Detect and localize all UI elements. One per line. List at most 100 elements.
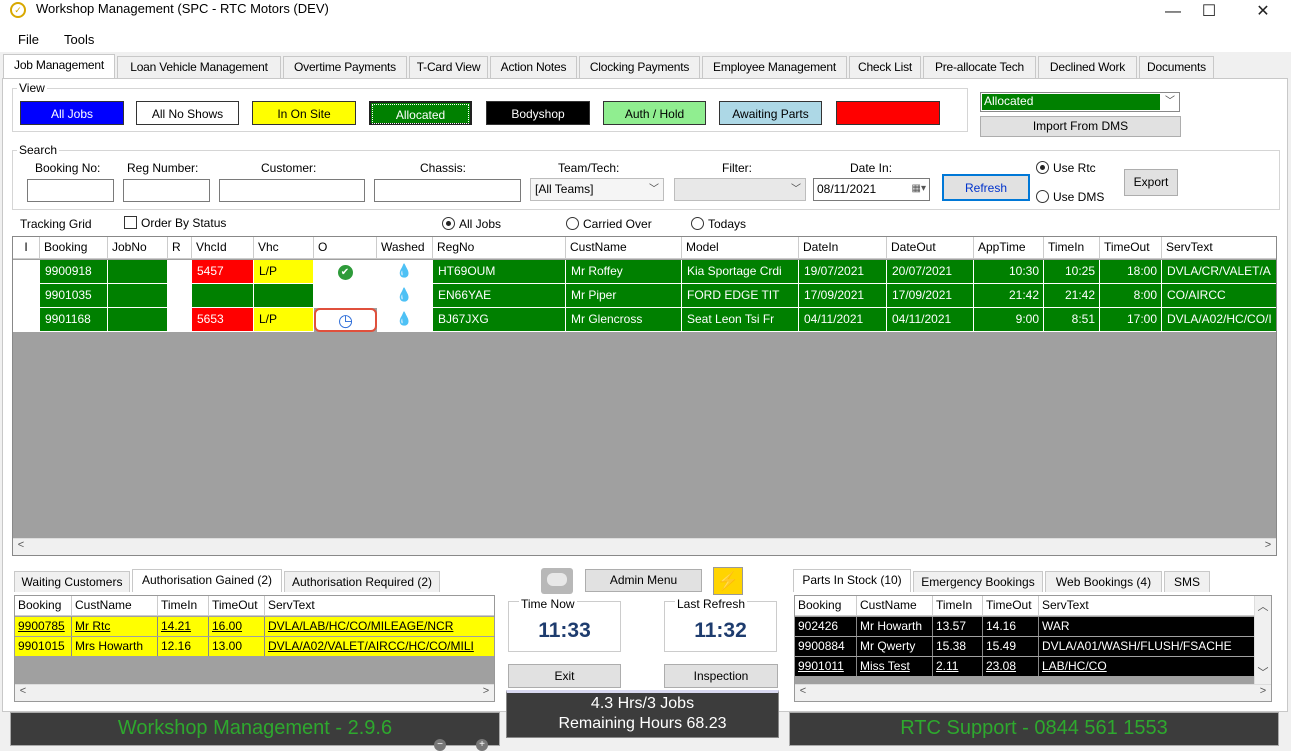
tab-action-notes[interactable]: Action Notes	[490, 56, 577, 78]
cell-regno[interactable]: EN66YAE	[433, 284, 566, 308]
cell-r[interactable]	[168, 308, 192, 332]
tab-emergency-bookings[interactable]: Emergency Bookings	[913, 571, 1043, 592]
customer-input[interactable]	[219, 179, 365, 202]
cell-o[interactable]: ◷	[314, 308, 377, 332]
tab-parts-in-stock[interactable]: Parts In Stock (10)	[793, 569, 911, 592]
todays-radio[interactable]: Todays	[691, 217, 746, 231]
cell-dateout[interactable]: 20/07/2021	[887, 260, 974, 284]
cell-washed[interactable]: 💧	[377, 260, 433, 284]
column-header-vhcid[interactable]: VhcId	[192, 237, 254, 259]
cell-timeout[interactable]: 18:00	[1100, 260, 1162, 284]
cell-regno[interactable]: BJ67JXG	[433, 308, 566, 332]
column-header-datein[interactable]: DateIn	[799, 237, 887, 259]
cell-booking[interactable]: 9900884	[795, 637, 857, 656]
cell-servtext[interactable]: DVLA/A02/HC/CO/I	[1162, 308, 1276, 332]
chassis-input[interactable]	[374, 179, 521, 202]
cell-servtext[interactable]: DVLA/LAB/HC/CO/MILEAGE/NCR	[265, 617, 494, 636]
cell-o[interactable]	[314, 284, 377, 308]
column-header-timeout[interactable]: TimeOut	[983, 596, 1039, 616]
column-header-apptime[interactable]: AppTime	[974, 237, 1044, 259]
column-header-timeout[interactable]: TimeOut	[1100, 237, 1162, 259]
cell-apptime[interactable]: 9:00	[974, 308, 1044, 332]
column-header-timein[interactable]: TimeIn	[158, 596, 209, 616]
cell-timein[interactable]: 8:51	[1044, 308, 1100, 332]
cell-washed[interactable]: 💧	[377, 284, 433, 308]
cell-r[interactable]	[168, 260, 192, 284]
column-header-o[interactable]: O	[314, 237, 377, 259]
cell-booking[interactable]: 902426	[795, 617, 857, 636]
cell-booking[interactable]: 9901035	[40, 284, 108, 308]
column-header-r[interactable]: R	[168, 237, 192, 259]
scroll-down-icon[interactable]: ﹀	[1255, 664, 1271, 680]
horizontal-scrollbar[interactable]: < >	[13, 538, 1276, 555]
cell-jobno[interactable]	[108, 260, 168, 284]
column-header-booking[interactable]: Booking	[40, 237, 108, 259]
column-header-washed[interactable]: Washed	[377, 237, 433, 259]
cell-apptime[interactable]: 10:30	[974, 260, 1044, 284]
cell-timeout[interactable]: 23.08	[983, 657, 1039, 676]
cell-servtext[interactable]: DVLA/A01/WASH/FLUSH/FSACHE	[1039, 637, 1255, 656]
cell-datein[interactable]: 17/09/2021	[799, 284, 887, 308]
column-header-custname[interactable]: CustName	[566, 237, 682, 259]
scroll-left-icon[interactable]: <	[795, 685, 811, 697]
authorisation-grid[interactable]: Booking CustName TimeIn TimeOut ServText 9900…	[14, 595, 495, 702]
tracking-grid[interactable]: I Booking JobNo R VhcId Vhc O Washed RegNo CustNa…	[12, 236, 1277, 556]
tab-loan-vehicle-management[interactable]: Loan Vehicle Management	[117, 56, 281, 78]
cell-vhcid[interactable]: 5653	[192, 308, 254, 332]
cell-model[interactable]: Seat Leon Tsi Fr	[682, 308, 799, 332]
cell-custname[interactable]: Mr Glencross	[566, 308, 682, 332]
cell-timeout[interactable]: 8:00	[1100, 284, 1162, 308]
cell-servtext[interactable]: DVLA/A02/VALET/AIRCC/HC/CO/MILI	[265, 637, 494, 656]
tab-clocking-payments[interactable]: Clocking Payments	[579, 56, 700, 78]
date-in-picker[interactable]: 08/11/2021 ▦▾	[813, 178, 930, 201]
column-header-servtext[interactable]: ServText	[1039, 596, 1255, 616]
cell-timeout[interactable]: 17:00	[1100, 308, 1162, 332]
column-header-timeout[interactable]: TimeOut	[209, 596, 265, 616]
column-header-i[interactable]: I	[13, 237, 40, 259]
view-awaiting-parts-button[interactable]: Awaiting Parts	[719, 101, 822, 125]
cell-custname[interactable]: Mr Howarth	[857, 617, 933, 636]
cell-regno[interactable]: HT69OUM	[433, 260, 566, 284]
view-auth-hold-button[interactable]: Auth / Hold	[603, 101, 706, 125]
cell-i[interactable]	[13, 308, 40, 332]
status-select[interactable]: Allocated ﹀	[980, 92, 1180, 112]
tab-sms[interactable]: SMS	[1164, 571, 1210, 592]
cell-timein[interactable]: 15.38	[933, 637, 983, 656]
tab-declined-work[interactable]: Declined Work	[1038, 56, 1137, 78]
cell-model[interactable]: FORD EDGE TIT	[682, 284, 799, 308]
column-header-vhc[interactable]: Vhc	[254, 237, 314, 259]
tab-waiting-customers[interactable]: Waiting Customers	[14, 571, 130, 592]
cell-custname[interactable]: Mrs Howarth	[72, 637, 158, 656]
close-button[interactable]: ✕	[1240, 0, 1286, 28]
tab-authorisation-required[interactable]: Authorisation Required (2)	[284, 571, 440, 592]
inspection-button[interactable]: Inspection	[664, 664, 778, 688]
cell-custname[interactable]: Mr Roffey	[566, 260, 682, 284]
filter-select[interactable]: ﹀	[674, 178, 806, 201]
booking-no-input[interactable]	[27, 179, 114, 202]
admin-menu-button[interactable]: Admin Menu	[585, 569, 702, 592]
cell-custname[interactable]: Mr Piper	[566, 284, 682, 308]
cell-custname[interactable]: Miss Test	[857, 657, 933, 676]
cell-servtext[interactable]: WAR	[1039, 617, 1255, 636]
column-header-dateout[interactable]: DateOut	[887, 237, 974, 259]
cell-booking[interactable]: 9900785	[15, 617, 72, 636]
tab-employee-management[interactable]: Employee Management	[702, 56, 847, 78]
horizontal-scrollbar[interactable]: < >	[15, 684, 494, 701]
cell-jobno[interactable]	[108, 284, 168, 308]
cell-washed[interactable]: 💧	[377, 308, 433, 332]
messages-icon[interactable]	[541, 568, 573, 594]
horizontal-scrollbar[interactable]: < >	[795, 684, 1271, 701]
cell-timein[interactable]: 2.11	[933, 657, 983, 676]
order-by-status-checkbox[interactable]: Order By Status	[124, 216, 226, 230]
refresh-button[interactable]: Refresh	[942, 174, 1030, 201]
column-header-booking[interactable]: Booking	[15, 596, 72, 616]
all-jobs-radio[interactable]: All Jobs	[442, 217, 501, 231]
cell-o[interactable]: ✔	[314, 260, 377, 284]
cell-datein[interactable]: 19/07/2021	[799, 260, 887, 284]
cell-booking[interactable]: 9901011	[795, 657, 857, 676]
column-header-regno[interactable]: RegNo	[433, 237, 566, 259]
cell-i[interactable]	[13, 284, 40, 308]
zoom-out-icon[interactable]: −	[434, 739, 446, 751]
cell-timein[interactable]: 13.57	[933, 617, 983, 636]
cell-timein[interactable]: 21:42	[1044, 284, 1100, 308]
